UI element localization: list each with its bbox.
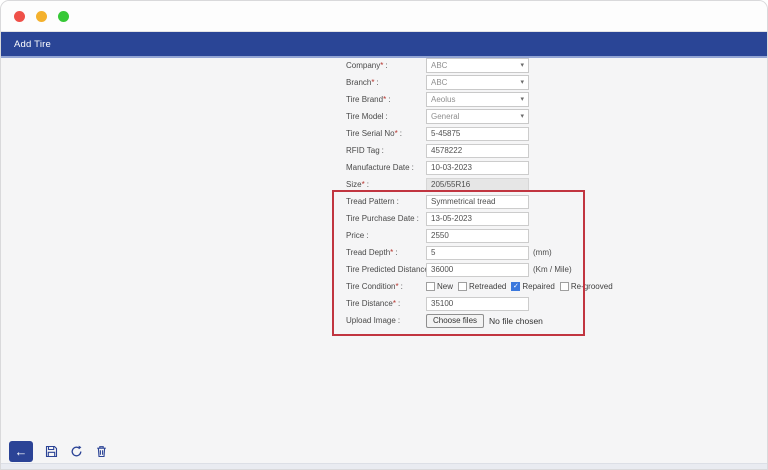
field-label: Branch*: — [346, 78, 426, 87]
form-row-tire-condition: Tire Condition*: ✓ New ✓ Retreaded ✓ Rep… — [346, 279, 613, 294]
back-button[interactable]: ← — [9, 441, 33, 462]
checkbox-label: Re-grooved — [571, 282, 613, 291]
field-label: Tire Purchase Date: — [346, 214, 426, 223]
unit-label: (mm) — [533, 248, 552, 257]
form-row-company: Company*: ABC ▾ — [346, 58, 613, 73]
app-window: Add Tire Company*: ABC ▾ Branch*: ABC ▾ Ti… — [0, 0, 768, 470]
checkbox-label: New — [437, 282, 453, 291]
form-row-size: Size*: — [346, 177, 613, 192]
price-input[interactable] — [426, 229, 529, 243]
field-label: Tire Serial No*: — [346, 129, 426, 138]
field-label: Company*: — [346, 61, 426, 70]
field-label: Upload Image: — [346, 316, 426, 325]
tire-model-select[interactable]: General ▾ — [426, 109, 529, 124]
checkbox-repaired[interactable]: ✓ Repaired — [511, 282, 554, 291]
field-label: Manufacture Date: — [346, 163, 426, 172]
branch-select[interactable]: ABC ▾ — [426, 75, 529, 90]
form-row-rfid: RFID Tag: — [346, 143, 613, 158]
window-bottom-edge — [1, 463, 767, 469]
field-label: Tire Condition*: — [346, 282, 426, 291]
form-row-predicted-distance: Tire Predicted Distance*: (Km / Mile) — [346, 262, 613, 277]
form-row-branch: Branch*: ABC ▾ — [346, 75, 613, 90]
field-label: Tire Predicted Distance*: — [346, 265, 426, 274]
checkbox-retreaded[interactable]: ✓ Retreaded — [458, 282, 506, 291]
checkbox-icon[interactable]: ✓ — [426, 282, 435, 291]
check-icon: ✓ — [513, 283, 519, 290]
tire-brand-select[interactable]: Aeolus ▾ — [426, 92, 529, 107]
field-label: RFID Tag: — [346, 146, 426, 155]
tire-predicted-distance-input[interactable] — [426, 263, 529, 277]
size-input[interactable] — [426, 178, 529, 192]
unit-label: (Km / Mile) — [533, 265, 572, 274]
field-label: Size*: — [346, 180, 426, 189]
chevron-down-icon: ▾ — [520, 96, 524, 103]
form-row-upload-image: Upload Image: Choose files No file chose… — [346, 313, 613, 328]
tread-depth-input[interactable] — [426, 246, 529, 260]
checkbox-label: Retreaded — [469, 282, 506, 291]
choose-files-button[interactable]: Choose files — [426, 314, 484, 328]
rfid-tag-input[interactable] — [426, 144, 529, 158]
select-value: ABC — [431, 78, 447, 87]
tire-condition-checkbox-group: ✓ New ✓ Retreaded ✓ Repaired ✓ Re-groove… — [426, 282, 613, 291]
page-title: Add Tire — [14, 39, 51, 50]
tire-serial-input[interactable] — [426, 127, 529, 141]
minimize-button[interactable] — [36, 11, 47, 22]
chevron-down-icon: ▾ — [520, 62, 524, 69]
form-row-price: Price: — [346, 228, 613, 243]
save-icon — [45, 445, 58, 458]
form-row-manufacture-date: Manufacture Date: — [346, 160, 613, 175]
window-titlebar — [1, 1, 767, 32]
chevron-down-icon: ▾ — [520, 79, 524, 86]
select-value: Aeolus — [431, 95, 455, 104]
upload-image-control: Choose files No file chosen — [426, 314, 543, 328]
form-row-purchase-date: Tire Purchase Date: — [346, 211, 613, 226]
page-header: Add Tire — [1, 32, 767, 58]
refresh-icon — [70, 445, 83, 458]
trash-icon — [95, 445, 108, 458]
tire-purchase-date-input[interactable] — [426, 212, 529, 226]
checkbox-regrooved[interactable]: ✓ Re-grooved — [560, 282, 613, 291]
field-label: Tire Brand*: — [346, 95, 426, 104]
checkbox-icon[interactable]: ✓ — [560, 282, 569, 291]
form-row-tire-model: Tire Model: General ▾ — [346, 109, 613, 124]
form-row-tread-pattern: Tread Pattern: — [346, 194, 613, 209]
refresh-button[interactable] — [70, 445, 83, 458]
maximize-button[interactable] — [58, 11, 69, 22]
delete-button[interactable] — [95, 445, 108, 458]
field-label: Tire Distance*: — [346, 299, 426, 308]
form-row-tire-serial: Tire Serial No*: — [346, 126, 613, 141]
close-button[interactable] — [14, 11, 25, 22]
back-arrow-icon: ← — [15, 444, 28, 459]
add-tire-form: Company*: ABC ▾ Branch*: ABC ▾ Tire Brand*… — [346, 58, 613, 330]
form-row-tire-brand: Tire Brand*: Aeolus ▾ — [346, 92, 613, 107]
field-label: Tire Model: — [346, 112, 426, 121]
form-row-tire-distance: Tire Distance*: — [346, 296, 613, 311]
field-label: Tread Pattern: — [346, 197, 426, 206]
checkbox-new[interactable]: ✓ New — [426, 282, 453, 291]
save-button[interactable] — [45, 445, 58, 458]
chevron-down-icon: ▾ — [520, 113, 524, 120]
checkbox-label: Repaired — [522, 282, 554, 291]
tire-distance-input[interactable] — [426, 297, 529, 311]
bottom-toolbar: ← — [9, 441, 108, 462]
field-label: Tread Depth*: — [346, 248, 426, 257]
select-value: General — [431, 112, 459, 121]
select-value: ABC — [431, 61, 447, 70]
checkbox-icon[interactable]: ✓ — [458, 282, 467, 291]
tread-pattern-input[interactable] — [426, 195, 529, 209]
file-status-text: No file chosen — [489, 316, 543, 326]
form-row-tread-depth: Tread Depth*: (mm) — [346, 245, 613, 260]
checkbox-icon[interactable]: ✓ — [511, 282, 520, 291]
company-select[interactable]: ABC ▾ — [426, 58, 529, 73]
field-label: Price: — [346, 231, 426, 240]
manufacture-date-input[interactable] — [426, 161, 529, 175]
